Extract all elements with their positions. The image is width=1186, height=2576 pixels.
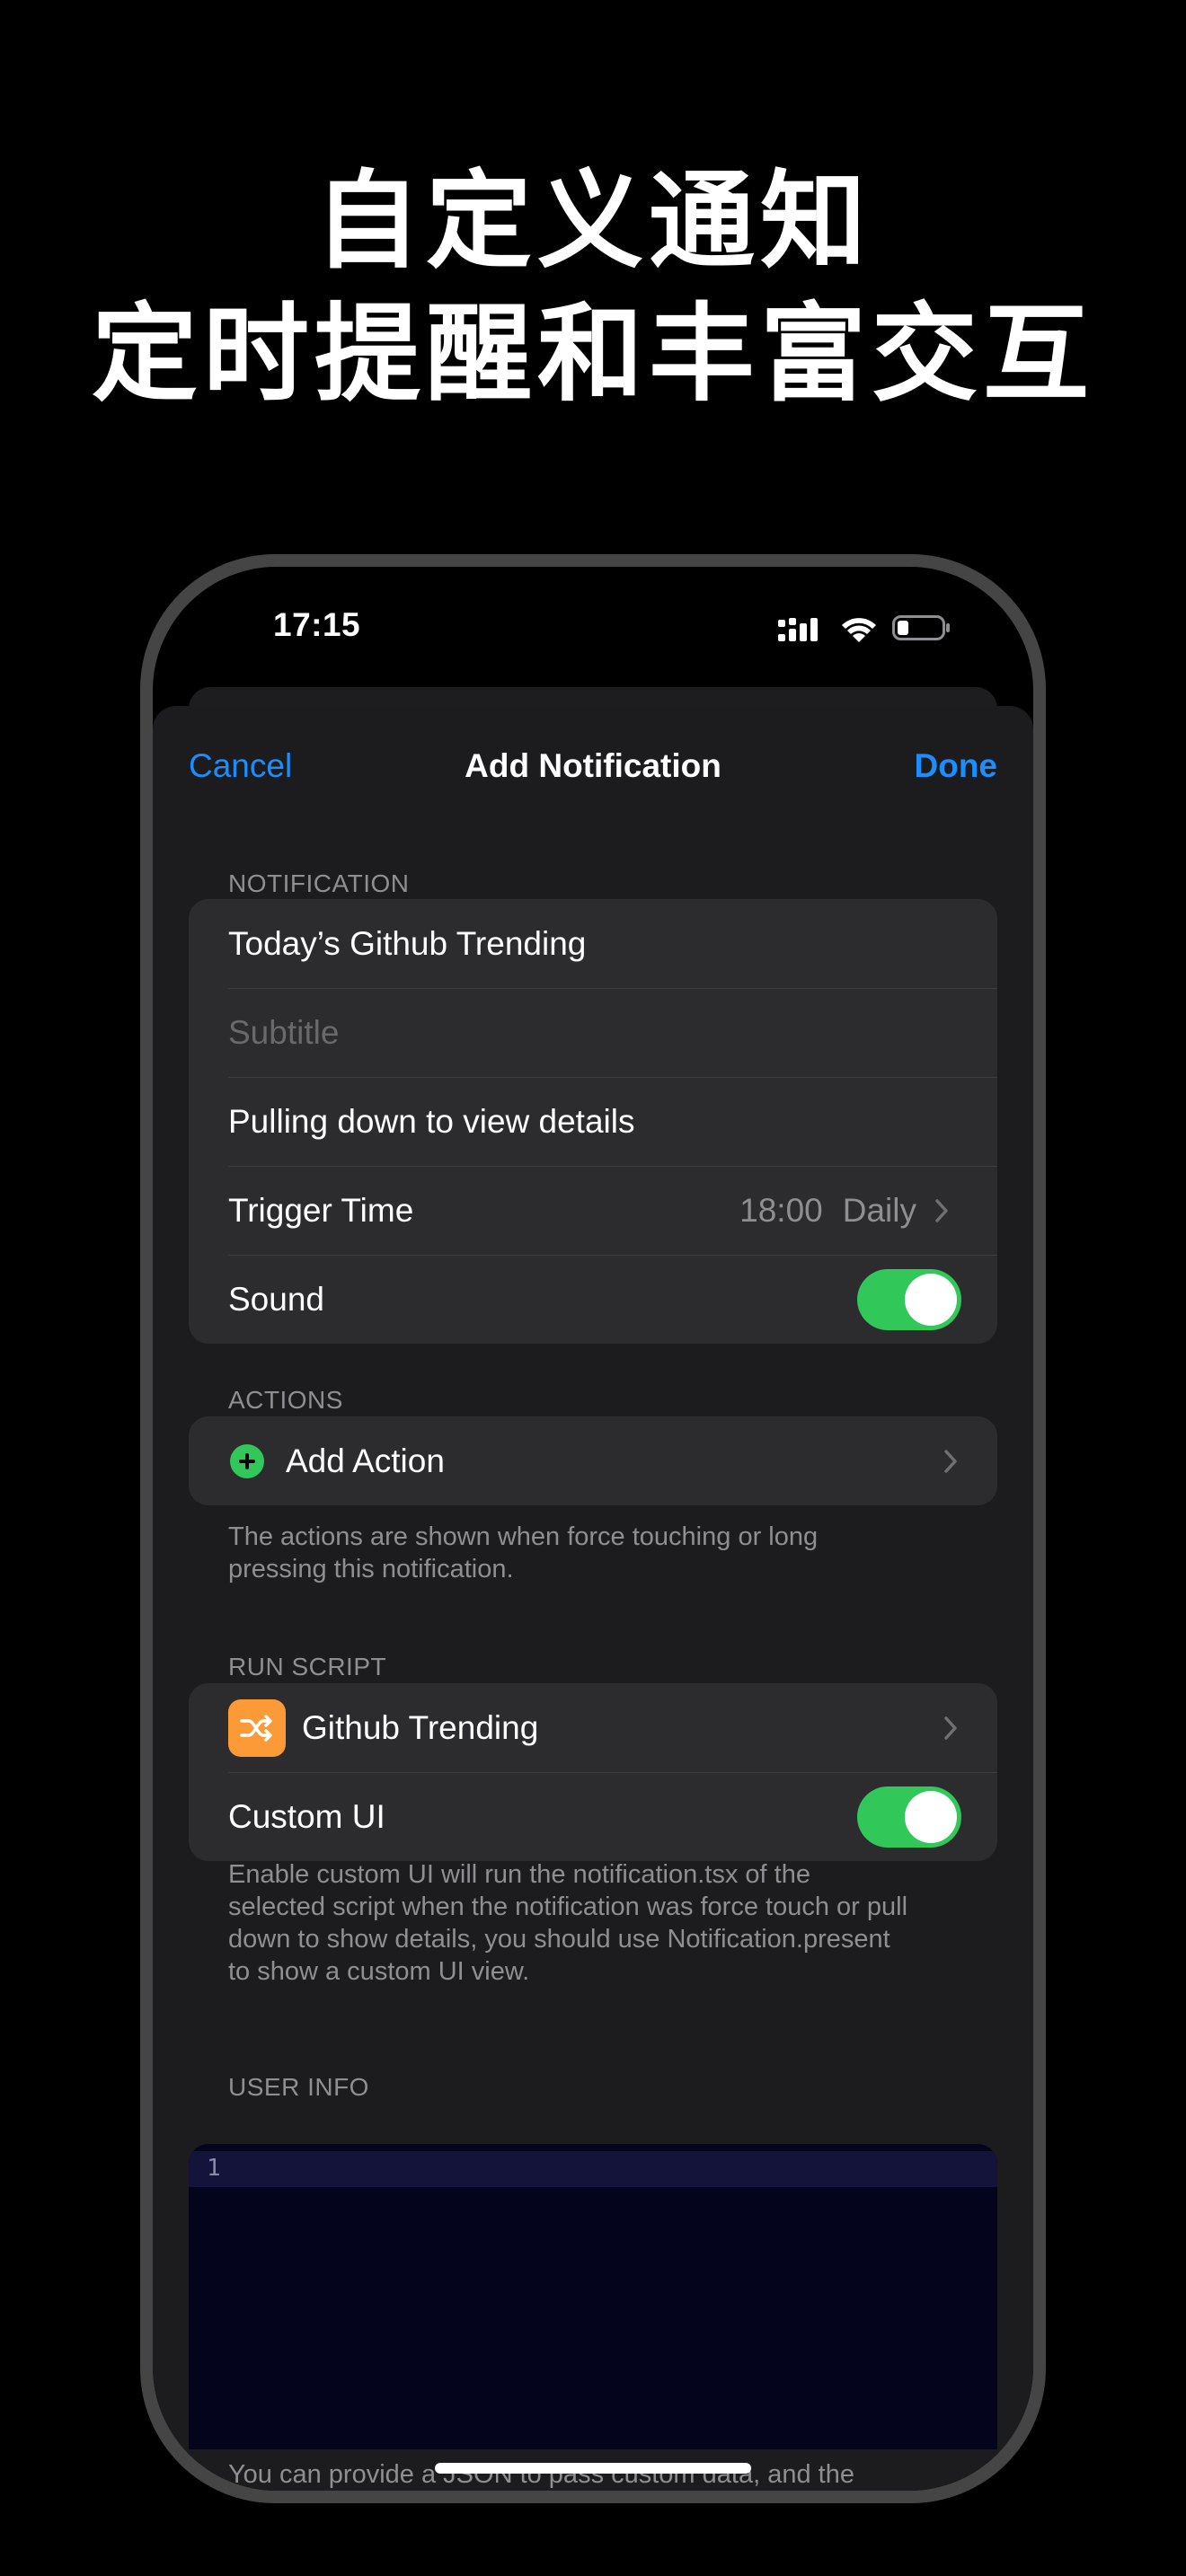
add-action-row[interactable]: Add Action: [189, 1416, 997, 1505]
promo-headline-2: 定时提醒和丰富交互: [91, 292, 1094, 416]
custom-ui-toggle[interactable]: [857, 1786, 961, 1848]
sound-toggle[interactable]: [857, 1268, 961, 1330]
toggle-knob: [905, 1273, 957, 1326]
done-button[interactable]: Done: [915, 747, 998, 785]
section-header-notification: NOTIFICATION: [228, 869, 410, 897]
add-action-label: Add Action: [286, 1442, 445, 1479]
subtitle-field[interactable]: Subtitle: [189, 988, 997, 1077]
sound-row: Sound: [189, 1255, 997, 1344]
title-field-value: Today’s Github Trending: [228, 924, 587, 962]
custom-ui-row: Custom UI: [189, 1772, 997, 1861]
promo-headline-1: 自定义通知: [314, 159, 872, 283]
phone-screen: 17:15 Cancel Add Notification Done NOTIF…: [153, 567, 1033, 2491]
custom-ui-label: Custom UI: [228, 1797, 385, 1835]
toggle-knob: [905, 1790, 957, 1843]
line-number: 1: [207, 2155, 221, 2182]
status-time: 17:15: [273, 606, 361, 643]
status-bar: 17:15: [153, 567, 1033, 701]
editor-active-line: [189, 2151, 997, 2187]
body-field[interactable]: Pulling down to view details: [189, 1077, 997, 1166]
chevron-right-icon: [944, 1716, 957, 1740]
section-header-actions: ACTIONS: [228, 1386, 343, 1414]
trigger-time-row[interactable]: Trigger Time 18:00 Daily: [189, 1166, 997, 1255]
section-header-run-script: RUN SCRIPT: [228, 1653, 387, 1681]
run-script-footnote: Enable custom UI will run the notificati…: [228, 1860, 908, 1986]
subtitle-field-placeholder: Subtitle: [228, 1013, 340, 1051]
chevron-right-icon: [944, 1449, 957, 1473]
home-indicator: [435, 2463, 751, 2474]
navigation-bar: Cancel Add Notification Done: [153, 706, 1033, 814]
script-row[interactable]: Github Trending: [189, 1683, 997, 1772]
wifi-icon: [842, 618, 876, 642]
shuffle-icon: [228, 1698, 286, 1757]
body-field-value: Pulling down to view details: [228, 1102, 635, 1140]
cellular-signal-icon: [778, 618, 818, 641]
page-title: Add Notification: [465, 747, 721, 784]
chevron-right-icon: [935, 1198, 948, 1222]
notification-group: Today’s Github Trending Subtitle Pulling…: [189, 899, 997, 1344]
actions-group: Add Action: [189, 1416, 997, 1505]
trigger-time-label: Trigger Time: [228, 1191, 414, 1229]
trigger-time-value: 18:00 Daily: [739, 1192, 949, 1230]
trigger-time: 18:00: [739, 1191, 823, 1229]
title-field[interactable]: Today’s Github Trending: [189, 899, 997, 988]
battery-icon: [892, 615, 950, 640]
trigger-repeat: Daily: [842, 1191, 916, 1229]
actions-footnote: The actions are shown when force touchin…: [228, 1522, 819, 1584]
script-name: Github Trending: [302, 1708, 539, 1746]
plus-circle-icon: [230, 1443, 264, 1478]
section-header-user-info: USER INFO: [228, 2073, 369, 2101]
user-info-editor[interactable]: 1: [189, 2144, 997, 2449]
sound-label: Sound: [228, 1280, 324, 1318]
run-script-group: Github Trending Custom UI: [189, 1683, 997, 1861]
